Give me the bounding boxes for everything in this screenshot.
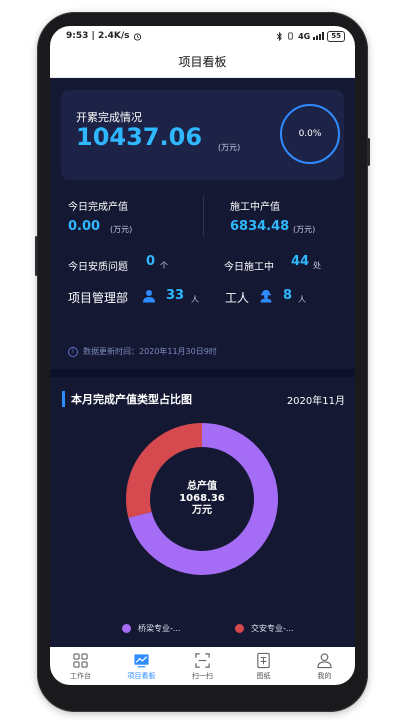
profile-icon: [317, 652, 332, 668]
app-screen: 9:53 | 2.4K/s 4G 55 项目看板 开累完成情况 10437.06…: [50, 26, 355, 685]
section-divider: [50, 369, 355, 377]
management-value: 33: [166, 288, 185, 303]
network-type: 4G: [298, 31, 311, 41]
safety-issues-unit: 个: [160, 261, 168, 270]
update-info: i 数据更新时间：2020年11月30日9时: [68, 346, 217, 357]
total-output-value: 1068.36: [179, 493, 225, 504]
page-title-bar: 项目看板: [50, 46, 355, 78]
legend-dot-traffic-safety: [235, 624, 244, 633]
completion-percent: 0.0%: [298, 129, 322, 139]
donut-center-label: 总产值 1068.36 万元: [126, 423, 278, 575]
management-unit: 人: [191, 295, 199, 304]
alarm-icon: [133, 32, 141, 41]
safety-issues-value: 0: [146, 254, 156, 269]
tab-profile-label: 我的: [317, 671, 332, 680]
scan-icon: [195, 652, 210, 668]
tab-dashboard-label: 项目看板: [127, 671, 156, 680]
volume-button: [35, 236, 38, 276]
tab-workbench-label: 工作台: [70, 671, 91, 680]
today-output-label: 今日完成产值: [68, 202, 128, 213]
drawing-icon: [257, 652, 270, 668]
completion-ring: 0.0%: [280, 104, 340, 164]
legend-item-traffic-safety[interactable]: 交安专业-...: [235, 623, 294, 634]
info-icon: i: [68, 346, 78, 357]
in-progress-output-label: 施工中产值: [230, 202, 280, 213]
summary-value: 10437.06: [76, 123, 203, 151]
workers-label: 工人: [225, 291, 250, 305]
page-title: 项目看板: [178, 55, 227, 69]
manager-icon: [143, 290, 155, 303]
signal-icon: [313, 32, 325, 40]
bottom-nav: 工作台 项目看板 扫一扫 图纸 我的: [50, 647, 355, 685]
tab-profile[interactable]: 我的: [294, 652, 355, 681]
legend-item-bridge[interactable]: 桥梁专业-...: [122, 623, 181, 634]
today-output-value: 0.00: [68, 219, 101, 234]
chart-month-selector[interactable]: 2020年11月: [287, 392, 345, 407]
status-indicators: 4G 55: [276, 30, 345, 42]
dashboard-icon: [134, 653, 149, 667]
battery-icon: 55: [327, 30, 345, 42]
stats-divider: [203, 196, 204, 236]
today-construction-unit: 处: [313, 261, 321, 270]
in-progress-output-unit: (万元): [293, 225, 316, 234]
tab-dashboard[interactable]: 项目看板: [111, 652, 172, 681]
legend-label-bridge: 桥梁专业-...: [138, 624, 181, 633]
management-label: 项目管理部: [68, 291, 129, 305]
tab-scan-label: 扫一扫: [192, 671, 213, 680]
status-time: 9:53 | 2.4K/s: [66, 31, 130, 41]
bluetooth-icon: [277, 31, 283, 41]
status-bar: 9:53 | 2.4K/s 4G 55: [50, 26, 355, 46]
legend-label-traffic-safety: 交安专业-...: [251, 624, 294, 633]
safety-issues-label: 今日安质问题: [68, 262, 128, 273]
today-construction-label: 今日施工中: [224, 262, 274, 273]
today-construction-value: 44: [291, 254, 310, 269]
workers-value: 8: [283, 288, 293, 303]
tab-drawings[interactable]: 图纸: [233, 652, 294, 681]
in-progress-output-value: 6834.48: [230, 219, 290, 234]
workers-unit: 人: [298, 295, 306, 304]
chart-header: 本月完成产值类型占比图 2020年11月: [62, 391, 345, 407]
tab-drawings-label: 图纸: [256, 671, 271, 680]
today-output-unit: (万元): [110, 225, 133, 234]
update-time-text: 数据更新时间：2020年11月30日9时: [83, 347, 217, 356]
power-button: [367, 138, 370, 166]
summary-card[interactable]: 开累完成情况 10437.06 (万元) 0.0%: [61, 90, 344, 180]
total-output-unit: 万元: [192, 505, 212, 516]
chart-title: 本月完成产值类型占比图: [62, 391, 192, 407]
total-output-label: 总产值: [187, 481, 217, 492]
vibrate-icon: [288, 32, 293, 40]
tab-workbench[interactable]: 工作台: [50, 652, 111, 681]
legend-dot-bridge: [122, 624, 131, 633]
summary-unit: (万元): [218, 143, 241, 152]
worker-helmet-icon: [260, 290, 272, 303]
workbench-icon: [73, 652, 88, 668]
tab-scan[interactable]: 扫一扫: [172, 652, 233, 681]
